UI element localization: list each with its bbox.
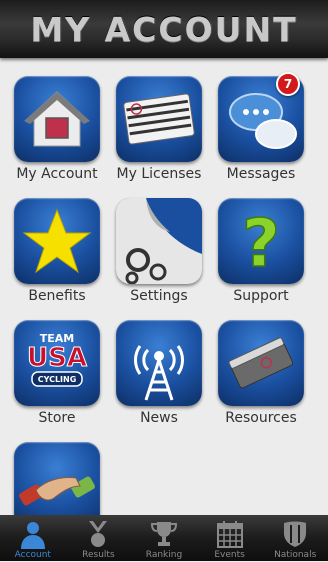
tab-label: Results [82, 550, 115, 560]
broadcast-tower-icon [116, 320, 202, 406]
tile-label: Benefits [28, 288, 86, 304]
trophy-icon [150, 522, 177, 546]
license-card-icon [116, 76, 202, 162]
tab-label: Account [14, 550, 51, 560]
tile-label: Store [38, 410, 76, 426]
team-usa-cycling-logo: TEAM USA CYCLING [14, 320, 100, 406]
tile-label: My Account [16, 166, 98, 182]
shield-icon [284, 521, 307, 547]
calendar-icon [216, 521, 243, 548]
header-bar: MY ACCOUNT [0, 0, 328, 58]
book-icon [218, 320, 304, 406]
house-icon [14, 76, 100, 162]
tab-ranking[interactable]: Ranking [131, 515, 197, 561]
medal-icon [89, 521, 108, 547]
tile-messages[interactable]: 7 Messages [204, 72, 306, 196]
tab-account[interactable]: Account [0, 515, 66, 561]
tile-settings[interactable]: Settings [102, 198, 204, 318]
tab-events[interactable]: Events [197, 515, 263, 561]
tile-support[interactable]: ? Support [204, 198, 306, 318]
unread-count-badge: 7 [276, 72, 300, 96]
tile-label: Messages [226, 166, 296, 182]
tile-label: Resources [225, 410, 297, 426]
tile-my-account[interactable]: My Account [0, 76, 102, 196]
tab-label: Events [214, 550, 245, 560]
bottom-tab-bar: Account Results Ranking Events Nationals [0, 515, 328, 561]
tile-label: Support [233, 288, 289, 304]
tile-store[interactable]: TEAM USA CYCLING Store [0, 320, 102, 440]
tab-results[interactable]: Results [66, 515, 132, 561]
person-icon [20, 522, 45, 549]
tile-label: My Licenses [116, 166, 202, 182]
tile-news[interactable]: News [102, 320, 204, 440]
tab-label: Nationals [274, 550, 317, 560]
tile-resources[interactable]: Resources [204, 320, 306, 440]
svg-text:?: ? [242, 205, 280, 282]
gear-page-curl-icon [116, 198, 202, 284]
question-mark-icon: ? [218, 198, 304, 284]
tab-nationals[interactable]: Nationals [262, 515, 328, 561]
tab-label: Ranking [145, 550, 183, 560]
page-title: MY ACCOUNT [30, 9, 298, 49]
svg-text:CYCLING: CYCLING [38, 375, 77, 384]
tile-my-licenses[interactable]: My Licenses [102, 76, 204, 196]
svg-text:USA: USA [27, 343, 87, 373]
tile-label: News [140, 410, 178, 426]
star-icon [14, 198, 100, 284]
tile-benefits[interactable]: Benefits [0, 198, 102, 318]
tile-label: Settings [130, 288, 188, 304]
